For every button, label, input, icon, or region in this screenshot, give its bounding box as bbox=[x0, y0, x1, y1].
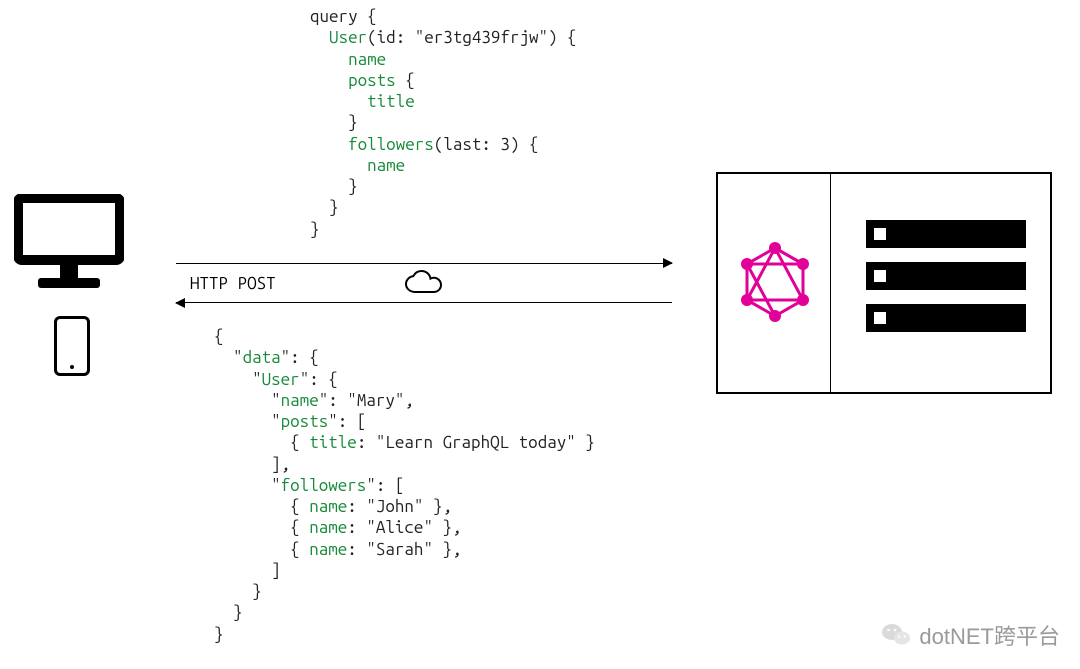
server-box bbox=[716, 172, 1052, 394]
database-icon bbox=[866, 220, 1026, 248]
request-response-arrows: HTTP POST bbox=[176, 263, 672, 303]
graphql-response-code: { "data": { "User": { "name": "Mary", "p… bbox=[214, 326, 595, 645]
watermark-text: dotNET跨平台 bbox=[919, 619, 1060, 651]
graphql-query-code: query { User(id: "er3tg439frjw") { name … bbox=[310, 6, 577, 240]
request-arrow bbox=[176, 263, 672, 264]
graphql-logo-icon bbox=[740, 242, 810, 322]
response-arrow bbox=[176, 302, 672, 303]
mobile-phone-icon bbox=[54, 316, 90, 376]
database-icon bbox=[866, 262, 1026, 290]
watermark: dotNET跨平台 bbox=[881, 619, 1060, 651]
clients-column bbox=[14, 194, 124, 376]
cloud-icon bbox=[403, 270, 445, 296]
server-divider bbox=[830, 174, 831, 392]
desktop-monitor-icon bbox=[14, 194, 124, 294]
wechat-icon bbox=[881, 622, 911, 648]
database-stack bbox=[866, 220, 1026, 332]
database-icon bbox=[866, 304, 1026, 332]
http-method-label: HTTP POST bbox=[190, 274, 276, 293]
